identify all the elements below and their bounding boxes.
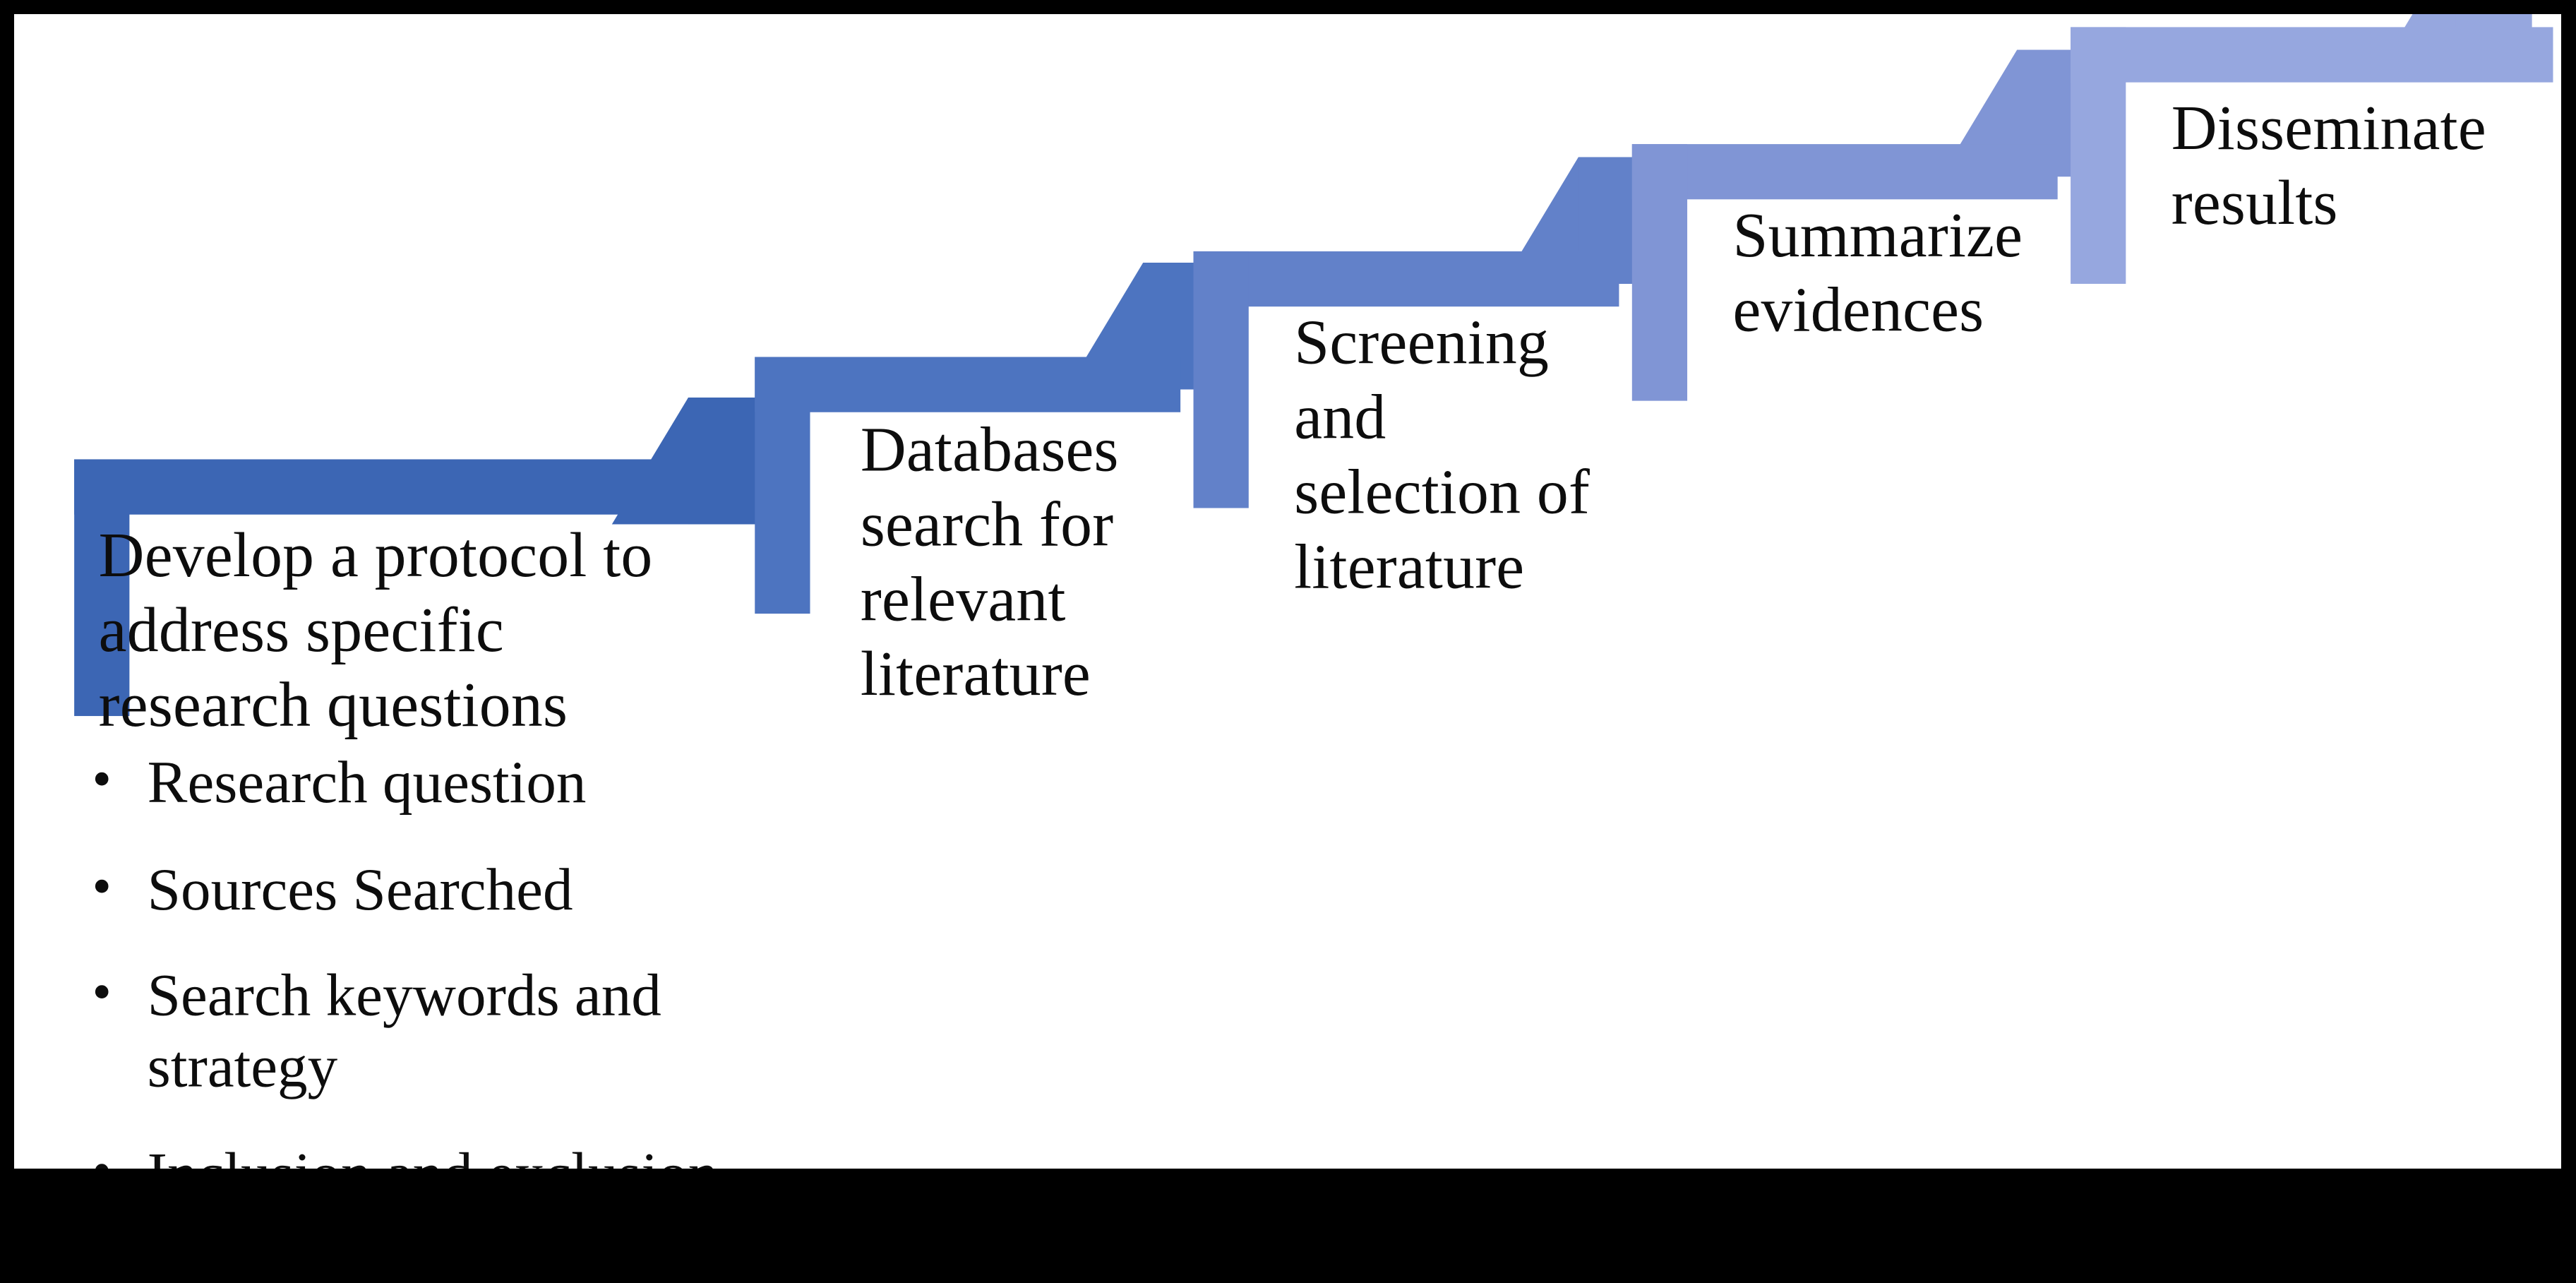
step-title-3: Screening and selection of literature xyxy=(1294,308,1590,603)
diagram-scale-wrapper: Develop a protocol to address specific r… xyxy=(14,14,2561,1169)
black-border-frame: Develop a protocol to address specific r… xyxy=(0,0,2576,1283)
step-title-5: Disseminate results xyxy=(2171,93,2486,239)
list-item: • Search keywords and strategy xyxy=(79,962,729,1104)
step-title-2: Databases search for relevant literature xyxy=(860,415,1119,710)
step-title-1: Develop a protocol to address specific r… xyxy=(98,520,653,741)
step-title-4: Summarize evidences xyxy=(1732,201,2023,346)
bullet-icon: • xyxy=(92,750,112,811)
list-item: • Inclusion and exclusion criteria xyxy=(79,1140,729,1169)
list-item: • Research question xyxy=(79,748,729,819)
step-stem-3 xyxy=(1193,251,1249,508)
step-bullet-list-1: • Research question • Sources Searched •… xyxy=(79,748,729,1169)
bullet-icon: • xyxy=(92,1140,111,1169)
bullet-icon: • xyxy=(92,963,112,1024)
step-bar-1 xyxy=(74,459,758,515)
step-stem-2 xyxy=(755,357,810,614)
diagram-canvas: Develop a protocol to address specific r… xyxy=(14,14,2561,1169)
bullet-label: Sources Searched xyxy=(147,857,573,924)
bullet-icon: • xyxy=(92,857,112,917)
step-stem-5 xyxy=(2071,27,2126,284)
bullet-label: Search keywords and strategy xyxy=(147,963,661,1102)
step-bar-5 xyxy=(2071,27,2553,83)
bullet-label: Inclusion and exclusion criteria xyxy=(148,1141,719,1169)
step-bar-3 xyxy=(1193,251,1619,307)
step-stem-4 xyxy=(1631,144,1688,401)
step-bar-4 xyxy=(1631,144,2058,200)
step-bar-2 xyxy=(755,357,1181,412)
list-item: • Sources Searched xyxy=(79,855,729,926)
bullet-label: Research question xyxy=(147,750,587,817)
